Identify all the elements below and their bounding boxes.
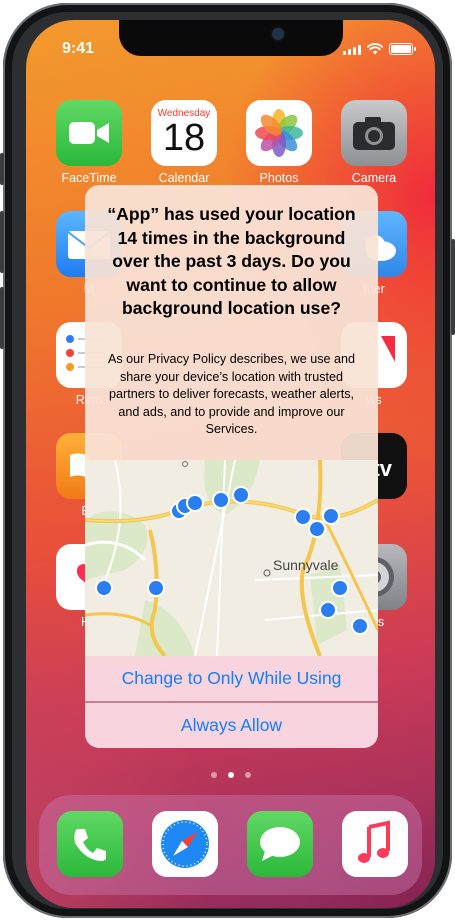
photos-app-icon[interactable]	[246, 100, 312, 166]
calendar-app-icon[interactable]: Wednesday 18	[151, 100, 217, 166]
home-screen: 9:41 FaceTime Wednesday 18 Calendar Phot…	[26, 20, 435, 908]
calendar-label: Calendar	[158, 171, 210, 185]
alert-title: “App” has used your location 14 times in…	[107, 204, 356, 318]
safari-app-icon[interactable]	[152, 811, 218, 877]
power-button	[451, 239, 455, 335]
location-permission-alert: “App” has used your location 14 times in…	[85, 185, 378, 748]
phone-frame: 9:41 FaceTime Wednesday 18 Calendar Phot…	[0, 3, 455, 918]
front-camera	[272, 28, 284, 40]
location-point	[331, 579, 349, 597]
messages-app-icon[interactable]	[247, 811, 313, 877]
battery-icon	[389, 43, 416, 55]
location-point	[294, 508, 312, 526]
location-point	[95, 579, 113, 597]
page-dot	[210, 772, 217, 778]
location-point	[186, 494, 204, 512]
location-point	[308, 520, 326, 538]
location-point	[232, 486, 250, 504]
notch	[119, 20, 343, 56]
change-to-while-using-button[interactable]: Change to Only While Using	[85, 656, 378, 701]
page-indicator[interactable]	[26, 772, 435, 778]
camera-app-icon[interactable]	[341, 100, 407, 166]
photos-label: Photos	[259, 171, 299, 185]
status-icons	[343, 43, 416, 55]
status-time: 9:41	[62, 40, 95, 57]
facetime-app-icon[interactable]	[56, 100, 122, 166]
music-app-icon[interactable]	[342, 811, 408, 877]
alert-header: “App” has used your location 14 times in…	[85, 185, 378, 460]
alert-message: As our Privacy Policy describes, we use …	[107, 352, 356, 436]
signal-icon	[343, 45, 361, 55]
facetime-label: FaceTime	[61, 171, 117, 185]
location-point	[147, 579, 165, 597]
page-dot-current	[227, 772, 234, 778]
location-point	[322, 507, 340, 525]
volume-up-button	[0, 211, 4, 273]
location-point	[351, 617, 369, 635]
volume-down-button	[0, 287, 4, 349]
location-point	[212, 491, 230, 509]
wifi-icon	[367, 43, 383, 55]
page-dot	[244, 772, 251, 778]
dock	[39, 795, 422, 895]
always-allow-button[interactable]: Always Allow	[85, 703, 378, 748]
camera-label: Camera	[351, 171, 397, 185]
map-city-label: Sunnyvale	[273, 557, 339, 573]
phone-app-icon[interactable]	[57, 811, 123, 877]
location-history-map: Sunnyvale	[85, 460, 378, 656]
silent-switch	[0, 153, 4, 185]
calendar-date: 18	[162, 117, 206, 159]
location-point	[319, 601, 337, 619]
